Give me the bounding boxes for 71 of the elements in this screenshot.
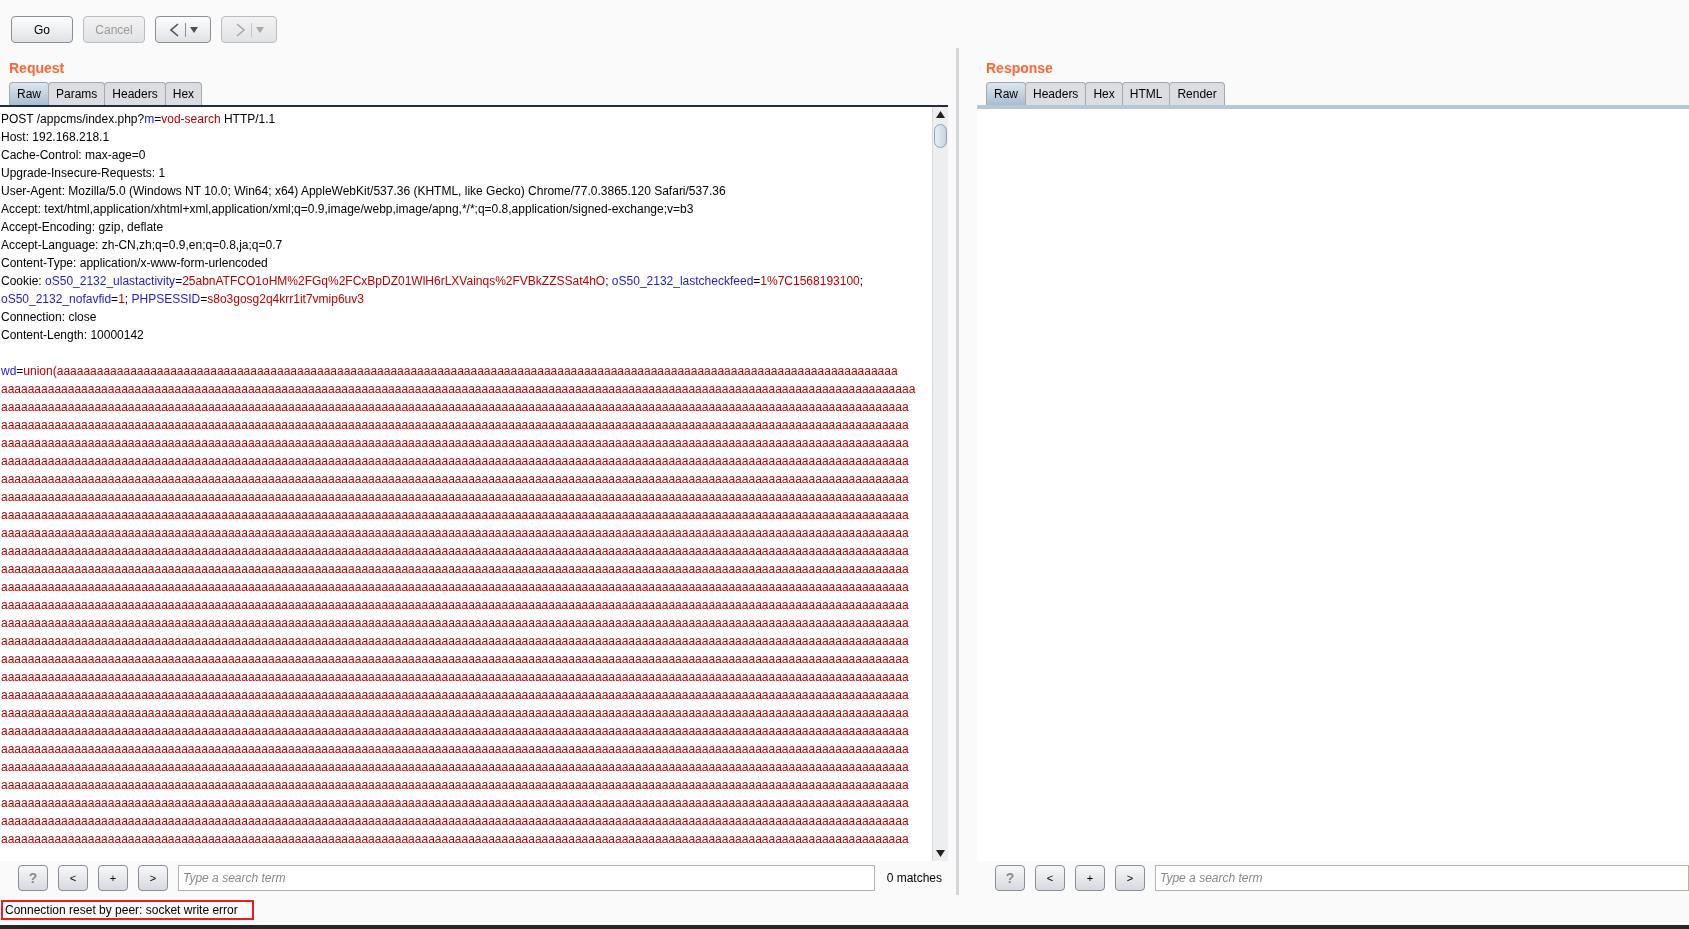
code-line: aaaaaaaaaaaaaaaaaaaaaaaaaaaaaaaaaaaaaaaaaaaaaaaaaaaaaaaaaaaaaaaaaaaaaaaaaaaaaaaaaaaaaaaaaaaaaaaaaaaaaaaaaaaaaaaaaaaaaaaaaaaaaaaaaaaaaaaa (1, 561, 910, 578)
code-line: aaaaaaaaaaaaaaaaaaaaaaaaaaaaaaaaaaaaaaaaaaaaaaaaaaaaaaaaaaaaaaaaaaaaaaaaaaaaaaaaaaaaaaaaaaaaaaaaaaaaaaaaaaaaaaaaaaaaaaaaaaaaaaaaaaaaaaaa (1, 435, 910, 452)
code-line: wd=union(aaaaaaaaaaaaaaaaaaaaaaaaaaaaaaaaaaaaaaaaaaaaaaaaaaaaaaaaaaaaaaaaaaaaaaaaaaaaaaaaaaaaaaaaaaaaaaaaaaaaaaaaaaaaaaaaaaaaaaaaaaaaaa (1, 363, 899, 380)
chevron-left-icon (168, 21, 181, 38)
tab[interactable]: Headers (1025, 82, 1087, 105)
panel-title: Response (985, 59, 1054, 74)
tab[interactable]: Hex (164, 82, 203, 105)
code-line: aaaaaaaaaaaaaaaaaaaaaaaaaaaaaaaaaaaaaaaaaaaaaaaaaaaaaaaaaaaaaaaaaaaaaaaaaaaaaaaaaaaaaaaaaaaaaaaaaaaaaaaaaaaaaaaaaaaaaaaaaaaaaaaaaaaaaaaa (1, 741, 910, 758)
caret-down-icon (190, 26, 198, 33)
tab[interactable]: Render (1169, 82, 1225, 105)
tab[interactable]: HTML (1121, 82, 1171, 105)
code-line: Host: 192.168.218.1 (1, 129, 111, 146)
code-line: User-Agent: Mozilla/5.0 (Windows NT 10.0; Win64; x64) AppleWebKit/537.36 (KHTML, like Gecko) Chrome/77.0.3865.120 Safari/537.36 (1, 183, 727, 200)
code-line: aaaaaaaaaaaaaaaaaaaaaaaaaaaaaaaaaaaaaaaaaaaaaaaaaaaaaaaaaaaaaaaaaaaaaaaaaaaaaaaaaaaaaaaaaaaaaaaaaaaaaaaaaaaaaaaaaaaaaaaaaaaaaaaaaaaaaaaa (1, 417, 910, 434)
search-nav-button[interactable]: < (58, 865, 88, 891)
search-nav-button[interactable]: + (98, 865, 128, 891)
code-line: aaaaaaaaaaaaaaaaaaaaaaaaaaaaaaaaaaaaaaaaaaaaaaaaaaaaaaaaaaaaaaaaaaaaaaaaaaaaaaaaaaaaaaaaaaaaaaaaaaaaaaaaaaaaaaaaaaaaaaaaaaaaaaaaaaaaaaaa (1, 453, 910, 470)
code-line: POST /appcms/index.php?m=vod-search HTTP/1.1 (1, 111, 277, 128)
code-line: aaaaaaaaaaaaaaaaaaaaaaaaaaaaaaaaaaaaaaaaaaaaaaaaaaaaaaaaaaaaaaaaaaaaaaaaaaaaaaaaaaaaaaaaaaaaaaaaaaaaaaaaaaaaaaaaaaaaaaaaaaaaaaaaaaaaaaaa (1, 687, 910, 704)
code-line: aaaaaaaaaaaaaaaaaaaaaaaaaaaaaaaaaaaaaaaaaaaaaaaaaaaaaaaaaaaaaaaaaaaaaaaaaaaaaaaaaaaaaaaaaaaaaaaaaaaaaaaaaaaaaaaaaaaaaaaaaaaaaaaaaaaaaaaa (1, 831, 910, 848)
code-line: Content-Type: application/x-www-form-urlencoded (1, 255, 269, 272)
scrollbar-thumb[interactable] (934, 124, 947, 148)
request-editor[interactable] (0, 107, 948, 861)
code-line: aaaaaaaaaaaaaaaaaaaaaaaaaaaaaaaaaaaaaaaaaaaaaaaaaaaaaaaaaaaaaaaaaaaaaaaaaaaaaaaaaaaaaaaaaaaaaaaaaaaaaaaaaaaaaaaaaaaaaaaaaaaaaaaaaaaaaaaa (1, 579, 910, 596)
chevron-right-icon (234, 21, 247, 38)
code-line: Accept-Encoding: gzip, deflate (1, 219, 165, 236)
code-line: aaaaaaaaaaaaaaaaaaaaaaaaaaaaaaaaaaaaaaaaaaaaaaaaaaaaaaaaaaaaaaaaaaaaaaaaaaaaaaaaaaaaaaaaaaaaaaaaaaaaaaaaaaaaaaaaaaaaaaaaaaaaaaaaaaaaaaaa (1, 669, 910, 686)
code-line: Cache-Control: max-age=0 (1, 147, 147, 164)
code-line: aaaaaaaaaaaaaaaaaaaaaaaaaaaaaaaaaaaaaaaaaaaaaaaaaaaaaaaaaaaaaaaaaaaaaaaaaaaaaaaaaaaaaaaaaaaaaaaaaaaaaaaaaaaaaaaaaaaaaaaaaaaaaaaaaaaaaaaa (1, 525, 910, 542)
code-line: Content-Length: 10000142 (1, 327, 145, 344)
match-count: 0 matches (885, 871, 943, 885)
code-line: aaaaaaaaaaaaaaaaaaaaaaaaaaaaaaaaaaaaaaaaaaaaaaaaaaaaaaaaaaaaaaaaaaaaaaaaaaaaaaaaaaaaaaaaaaaaaaaaaaaaaaaaaaaaaaaaaaaaaaaaaaaaaaaaaaaaaaaa (1, 399, 910, 416)
caret-down-icon (256, 26, 264, 33)
code-line: Accept: text/html,application/xhtml+xml,application/xml;q=0.9,image/webp,image/apng,*/*;q=0.8,application/signed-exchange;v=b3 (1, 201, 695, 218)
status-message: Connection reset by peer: socket write error (1, 900, 254, 920)
code-line: aaaaaaaaaaaaaaaaaaaaaaaaaaaaaaaaaaaaaaaaaaaaaaaaaaaaaaaaaaaaaaaaaaaaaaaaaaaaaaaaaaaaaaaaaaaaaaaaaaaaaaaaaaaaaaaaaaaaaaaaaaaaaaaaaaaaaaaa (1, 489, 910, 506)
code-line: Upgrade-Insecure-Requests: 1 (1, 165, 167, 182)
code-line: Cookie: oS50_2132_ulastactivity=25abnATFCO1oHM%2FGq%2FCxBpDZ01WlH6rLXVainqs%2FVBkZZSSat4hO; oS50_2132_lastcheckfeed=1%7C1568193100; (1, 273, 865, 290)
search-nav-button[interactable]: + (1075, 865, 1105, 891)
tab[interactable]: Params (48, 82, 106, 105)
code-line: aaaaaaaaaaaaaaaaaaaaaaaaaaaaaaaaaaaaaaaaaaaaaaaaaaaaaaaaaaaaaaaaaaaaaaaaaaaaaaaaaaaaaaaaaaaaaaaaaaaaaaaaaaaaaaaaaaaaaaaaaaaaaaaaaaaaaaaa (1, 651, 910, 668)
search-nav-button[interactable]: > (1115, 865, 1145, 891)
tab[interactable]: Raw (986, 82, 1026, 105)
code-line: aaaaaaaaaaaaaaaaaaaaaaaaaaaaaaaaaaaaaaaaaaaaaaaaaaaaaaaaaaaaaaaaaaaaaaaaaaaaaaaaaaaaaaaaaaaaaaaaaaaaaaaaaaaaaaaaaaaaaaaaaaaaaaaaaaaaaaaa (1, 597, 910, 614)
scroll-up-icon[interactable] (936, 111, 945, 118)
tab[interactable]: Raw (9, 82, 49, 105)
search-nav-button[interactable]: < (1035, 865, 1065, 891)
code-line: aaaaaaaaaaaaaaaaaaaaaaaaaaaaaaaaaaaaaaaaaaaaaaaaaaaaaaaaaaaaaaaaaaaaaaaaaaaaaaaaaaaaaaaaaaaaaaaaaaaaaaaaaaaaaaaaaaaaaaaaaaaaaaaaaaaaaaaaa (1, 381, 917, 398)
code-line: aaaaaaaaaaaaaaaaaaaaaaaaaaaaaaaaaaaaaaaaaaaaaaaaaaaaaaaaaaaaaaaaaaaaaaaaaaaaaaaaaaaaaaaaaaaaaaaaaaaaaaaaaaaaaaaaaaaaaaaaaaaaaaaaaaaaaaaa (1, 723, 910, 740)
panel-title: Request (8, 59, 66, 74)
tab[interactable]: Headers (104, 82, 166, 105)
code-line: aaaaaaaaaaaaaaaaaaaaaaaaaaaaaaaaaaaaaaaaaaaaaaaaaaaaaaaaaaaaaaaaaaaaaaaaaaaaaaaaaaaaaaaaaaaaaaaaaaaaaaaaaaaaaaaaaaaaaaaaaaaaaaaaaaaaaaaa (1, 759, 910, 776)
code-line: Accept-Language: zh-CN,zh;q=0.9,en;q=0.8,ja;q=0.7 (1, 237, 284, 254)
code-line: aaaaaaaaaaaaaaaaaaaaaaaaaaaaaaaaaaaaaaaaaaaaaaaaaaaaaaaaaaaaaaaaaaaaaaaaaaaaaaaaaaaaaaaaaaaaaaaaaaaaaaaaaaaaaaaaaaaaaaaaaaaaaaaaaaaaaaaa (1, 507, 910, 524)
code-line: aaaaaaaaaaaaaaaaaaaaaaaaaaaaaaaaaaaaaaaaaaaaaaaaaaaaaaaaaaaaaaaaaaaaaaaaaaaaaaaaaaaaaaaaaaaaaaaaaaaaaaaaaaaaaaaaaaaaaaaaaaaaaaaaaaaaaaaa (1, 471, 910, 488)
code-line: Connection: close (1, 309, 98, 326)
go-button[interactable]: Go (11, 16, 73, 43)
code-line: oS50_2132_nofavfid=1; PHPSESSID=s8o3gosg2q4krr1it7vmip6uv3 (1, 291, 365, 308)
search-field[interactable]: Type a search term (1155, 865, 1689, 891)
code-line: aaaaaaaaaaaaaaaaaaaaaaaaaaaaaaaaaaaaaaaaaaaaaaaaaaaaaaaaaaaaaaaaaaaaaaaaaaaaaaaaaaaaaaaaaaaaaaaaaaaaaaaaaaaaaaaaaaaaaaaaaaaaaaaaaaaaaaaa (1, 795, 910, 812)
code-line: aaaaaaaaaaaaaaaaaaaaaaaaaaaaaaaaaaaaaaaaaaaaaaaaaaaaaaaaaaaaaaaaaaaaaaaaaaaaaaaaaaaaaaaaaaaaaaaaaaaaaaaaaaaaaaaaaaaaaaaaaaaaaaaaaaaaaaaa (1, 813, 910, 830)
tab[interactable]: Hex (1085, 82, 1123, 105)
search-nav-button[interactable]: > (138, 865, 168, 891)
code-line: aaaaaaaaaaaaaaaaaaaaaaaaaaaaaaaaaaaaaaaaaaaaaaaaaaaaaaaaaaaaaaaaaaaaaaaaaaaaaaaaaaaaaaaaaaaaaaaaaaaaaaaaaaaaaaaaaaaaaaaaaaaaaaaaaaaaaaaa (1, 615, 910, 632)
scroll-down-icon[interactable] (936, 850, 945, 857)
back-button[interactable] (155, 16, 211, 43)
code-line: aaaaaaaaaaaaaaaaaaaaaaaaaaaaaaaaaaaaaaaaaaaaaaaaaaaaaaaaaaaaaaaaaaaaaaaaaaaaaaaaaaaaaaaaaaaaaaaaaaaaaaaaaaaaaaaaaaaaaaaaaaaaaaaaaaaaaaaa (1, 633, 910, 650)
search-field[interactable]: Type a search term (178, 865, 875, 891)
code-line: aaaaaaaaaaaaaaaaaaaaaaaaaaaaaaaaaaaaaaaaaaaaaaaaaaaaaaaaaaaaaaaaaaaaaaaaaaaaaaaaaaaaaaaaaaaaaaaaaaaaaaaaaaaaaaaaaaaaaaaaaaaaaaaaaaaaaaaa (1, 705, 910, 722)
code-line: aaaaaaaaaaaaaaaaaaaaaaaaaaaaaaaaaaaaaaaaaaaaaaaaaaaaaaaaaaaaaaaaaaaaaaaaaaaaaaaaaaaaaaaaaaaaaaaaaaaaaaaaaaaaaaaaaaaaaaaaaaaaaaaaaaaaaaaa (1, 777, 910, 794)
code-line: aaaaaaaaaaaaaaaaaaaaaaaaaaaaaaaaaaaaaaaaaaaaaaaaaaaaaaaaaaaaaaaaaaaaaaaaaaaaaaaaaaaaaaaaaaaaaaaaaaaaaaaaaaaaaaaaaaaaaaaaaaaaaaaaaaaaaaaa (1, 543, 910, 560)
